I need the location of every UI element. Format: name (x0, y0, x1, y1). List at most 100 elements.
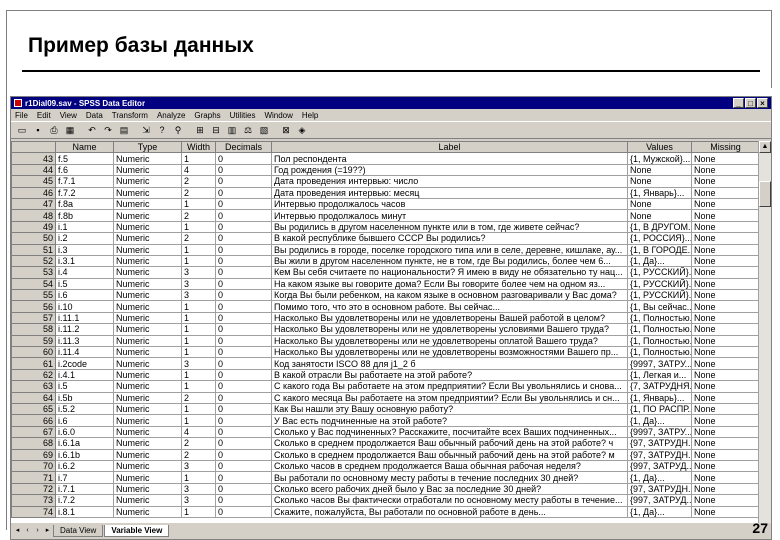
cell-width[interactable]: 1 (181, 414, 216, 427)
cell-values[interactable]: {1, Полностью... (627, 334, 692, 348)
cell-values[interactable]: None (627, 175, 692, 188)
cell-missing[interactable]: None (691, 346, 759, 359)
table-row[interactable]: 63 i.5 Numeric 1 0 С какого года Вы работаете… (11, 380, 759, 393)
cell-label[interactable]: С какого месяца Вы работаете на этом пре… (271, 391, 628, 405)
cell-type[interactable]: Numeric (113, 197, 182, 211)
cell-label[interactable]: Вы работали по основному месту работы в … (271, 471, 628, 484)
cell-decimals[interactable]: 0 (215, 220, 272, 234)
cell-values[interactable]: {1, Полностью... (627, 311, 692, 325)
cell-values[interactable]: {1, ПО РАСПР... (627, 402, 692, 416)
cell-values[interactable]: {1, Легкая и... (627, 368, 692, 382)
cell-missing[interactable]: None (691, 448, 759, 461)
cell-missing[interactable]: None (691, 425, 759, 439)
table-row[interactable]: 52 i.3.1 Numeric 1 0 Вы жили в другом населен… (11, 254, 759, 268)
cell-type[interactable]: Numeric (113, 209, 182, 222)
cell-width[interactable]: 4 (181, 163, 216, 177)
table-row[interactable]: 54 i.5 Numeric 3 0 На каком языке вы говорите… (11, 277, 759, 291)
cell-values[interactable]: {1, Январь}... (627, 391, 692, 405)
cell-values[interactable]: {9997, ЗАТРУ... (627, 357, 692, 370)
table-row[interactable]: 60 i.11.4 Numeric 1 0 Насколько Вы удовлетвор… (11, 346, 759, 359)
scroll-thumb[interactable] (759, 181, 771, 207)
cell-decimals[interactable]: 0 (215, 323, 272, 336)
cell-missing[interactable]: None (691, 482, 759, 496)
menu-file[interactable]: File (15, 111, 28, 120)
table-row[interactable]: 48 f.8b Numeric 2 0 Интервью продолжалось мин… (11, 209, 759, 222)
maximize-button[interactable]: □ (745, 98, 756, 108)
table-row[interactable]: 67 i.6.0 Numeric 4 0 Сколько у Вас подчиненны… (11, 425, 759, 439)
cell-decimals[interactable]: 0 (215, 311, 272, 325)
cell-decimals[interactable]: 0 (215, 414, 272, 427)
weight-cases-icon[interactable]: ⚖ (241, 123, 255, 137)
cell-label[interactable]: Сколько у Вас подчиненных? Расскажите, п… (271, 425, 628, 439)
tab-variable-view[interactable]: Variable View (104, 525, 170, 537)
cell-label[interactable]: Сколько часов Вы фактически отработали п… (271, 494, 628, 507)
cell-width[interactable]: 3 (181, 277, 216, 291)
cell-width[interactable]: 1 (181, 220, 216, 234)
cell-missing[interactable]: None (691, 254, 759, 268)
table-row[interactable]: 68 i.6.1a Numeric 2 0 Сколько в среднем продо… (11, 437, 759, 450)
cell-width[interactable]: 1 (181, 254, 216, 268)
cell-label[interactable]: Сколько в среднем продолжается Ваш обычн… (271, 437, 628, 450)
cell-values[interactable]: {1, Полностью... (627, 346, 692, 359)
cell-label[interactable]: Вы родились в другом населенном пункте и… (271, 220, 628, 234)
table-row[interactable]: 74 i.8.1 Numeric 1 0 Скажите, пожалуйста, Вы … (11, 505, 759, 518)
cell-values[interactable]: {1, РУССКИЙ}... (627, 277, 692, 291)
cell-label[interactable]: Скажите, пожалуйста, Вы работали по осно… (271, 505, 628, 518)
cell-type[interactable]: Numeric (113, 414, 182, 427)
cell-label[interactable]: Когда Вы были ребенком, на каком языке в… (271, 289, 628, 302)
table-row[interactable]: 73 i.7.2 Numeric 3 0 Сколько часов Вы фактиче… (11, 494, 759, 507)
cell-decimals[interactable]: 0 (215, 402, 272, 416)
column-header-values[interactable]: Values (627, 141, 692, 154)
cell-width[interactable]: 3 (181, 357, 216, 370)
insert-case-icon[interactable]: ⊞ (193, 123, 207, 137)
cell-decimals[interactable]: 0 (215, 175, 272, 188)
cell-type[interactable]: Numeric (113, 380, 182, 393)
cell-name[interactable]: i.2 (55, 232, 114, 245)
cell-width[interactable]: 1 (181, 197, 216, 211)
cell-decimals[interactable]: 0 (215, 152, 272, 165)
cell-width[interactable]: 1 (181, 368, 216, 382)
menu-transform[interactable]: Transform (112, 111, 148, 120)
cell-width[interactable]: 1 (181, 311, 216, 325)
cell-width[interactable]: 2 (181, 437, 216, 450)
cell-type[interactable]: Numeric (113, 152, 182, 165)
table-row[interactable]: 53 i.4 Numeric 3 0 Кем Вы себя считаете по на… (11, 266, 759, 279)
cell-type[interactable]: Numeric (113, 289, 182, 302)
cell-label[interactable]: Сколько часов в среднем продолжается Ваш… (271, 459, 628, 473)
variables-icon[interactable]: ? (155, 123, 169, 137)
table-row[interactable]: 58 i.11.2 Numeric 1 0 Насколько Вы удовлетвор… (11, 323, 759, 336)
cell-name[interactable]: f.6 (55, 163, 114, 177)
cell-label[interactable]: Сколько всего рабочих дней было у Вас за… (271, 482, 628, 496)
cell-values[interactable]: {1, РУССКИЙ}... (627, 266, 692, 279)
open-icon[interactable]: ▭ (15, 123, 29, 137)
cell-missing[interactable]: None (691, 334, 759, 348)
cell-type[interactable]: Numeric (113, 220, 182, 234)
column-header-type[interactable]: Type (113, 141, 182, 154)
scroll-up-icon[interactable]: ▲ (759, 141, 771, 153)
cell-name[interactable]: i.5 (55, 277, 114, 291)
cell-decimals[interactable]: 0 (215, 232, 272, 245)
table-row[interactable]: 46 f.7.2 Numeric 2 0 Дата проведения интервью… (11, 186, 759, 199)
cell-missing[interactable]: None (691, 163, 759, 177)
cell-width[interactable]: 2 (181, 186, 216, 199)
cell-type[interactable]: Numeric (113, 277, 182, 291)
cell-label[interactable]: Интервью продолжалось минут (271, 209, 628, 222)
table-row[interactable]: 71 i.7 Numeric 1 0 Вы работали по основному м… (11, 471, 759, 484)
cell-values[interactable]: {7, ЗАТРУДНЯ... (627, 380, 692, 393)
cell-name[interactable]: i.3 (55, 243, 114, 256)
cell-label[interactable]: Кем Вы себя считаете по национальности? … (271, 266, 628, 279)
menu-utilities[interactable]: Utilities (230, 111, 256, 120)
cell-width[interactable]: 2 (181, 391, 216, 405)
cell-label[interactable]: Насколько Вы удовлетворены или не удовле… (271, 346, 628, 359)
table-row[interactable]: 45 f.7.1 Numeric 2 0 Дата проведения интервью… (11, 175, 759, 188)
cell-values[interactable]: {1, РУССКИЙ}... (627, 289, 692, 302)
cell-name[interactable]: i.5.2 (55, 402, 114, 416)
cell-width[interactable]: 2 (181, 209, 216, 222)
table-row[interactable]: 56 i.10 Numeric 1 0 Помимо того, что это в ос… (11, 300, 759, 313)
cell-label[interactable]: Дата проведения интервью: число (271, 175, 628, 188)
cell-missing[interactable]: None (691, 380, 759, 393)
cell-decimals[interactable]: 0 (215, 266, 272, 279)
menu-graphs[interactable]: Graphs (194, 111, 220, 120)
cell-name[interactable]: f.7.2 (55, 186, 114, 199)
tab-first-icon[interactable]: ◂ (13, 526, 22, 537)
